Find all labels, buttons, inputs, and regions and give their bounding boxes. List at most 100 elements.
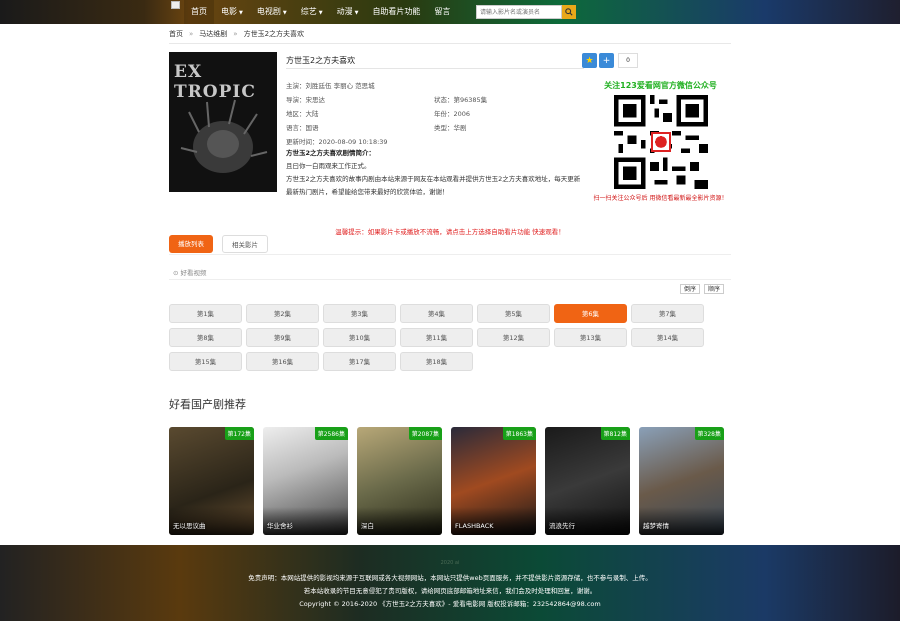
breadcrumb-current: 方世玉2之方夫喜欢 — [243, 30, 305, 38]
footer-mark: 2020 ai — [440, 560, 460, 566]
synopsis-line-2: 方世玉2之方夫喜欢的故事内剧由本站来源于网友在本站观看并提供方世玉2之方夫喜欢地… — [286, 175, 581, 196]
footer-copyright-note: 若本站收录的节目无意侵犯了贵司版权，请给网页底部邮箱地址来信，我们会及时处理和回… — [303, 587, 597, 595]
tab-bar: 播放列表 相关影片 — [169, 235, 268, 253]
sort-desc-button[interactable]: 倒序 — [680, 284, 701, 294]
footer: 2020 ai 免责声明：本网站提供的影视均来源于互联网或各大视频网站，本网站只… — [0, 545, 900, 621]
nav-item-label: 综艺 — [300, 7, 317, 16]
episode-button[interactable]: 第10集 — [323, 328, 396, 347]
episode-button[interactable]: 第4集 — [400, 304, 473, 323]
qr-title: 关注123爱看网官方微信公众号 — [604, 81, 717, 90]
episode-button[interactable]: 第1集 — [169, 304, 242, 323]
synopsis-line-1: 且曰你一白雨观来工作正式。 — [286, 162, 371, 170]
top-navbar: 首页 电影 ▼ 电视剧 ▼ 综艺 ▼ 动漫 ▼ 自助看片功能 留言 — [0, 0, 900, 24]
category: 类型：华剧 — [434, 124, 467, 132]
recommend-card[interactable]: 第328集 越梦寄情 — [639, 427, 724, 535]
nav-item-label: 自助看片功能 — [372, 7, 421, 16]
main-content: 首页» 马达维剧» 方世玉2之方夫喜欢 EX TROPIC 方世玉2之方夫喜欢 主演… — [169, 24, 731, 535]
episode-button[interactable]: 第6集 — [554, 304, 627, 323]
episode-list: 第1集 第2集 第3集 第4集 第5集 第6集 第7集 第8集 第9集 第10集 第11集 第12集第… — [169, 304, 731, 371]
episode-button[interactable]: 第9集 — [246, 328, 319, 347]
episode-count-badge: 第1863集 — [502, 427, 536, 440]
search-icon — [565, 8, 573, 16]
tab-related[interactable]: 相关影片 — [222, 235, 268, 253]
breadcrumb: 首页» 马达维剧» 方世玉2之方夫喜欢 — [169, 24, 731, 44]
footer-disclaimer: 免责声明：本网站提供的影视均来源于互联网或各大视频网站，本网站只提供web页面服… — [248, 574, 652, 582]
add-button[interactable]: + — [599, 53, 614, 68]
nav-item-label: 留言 — [434, 7, 451, 16]
play-icon: ⊙ — [173, 269, 181, 277]
year: 年份：2006 — [434, 110, 471, 118]
nav-item-6[interactable]: 留言 — [427, 0, 457, 24]
recommend-card[interactable]: 第2087集 深白 — [357, 427, 442, 535]
card-shade — [451, 507, 536, 535]
recommend-card[interactable]: 第1863集 FLASHBACK — [451, 427, 536, 535]
episode-button[interactable]: 第8集 — [169, 328, 242, 347]
divider — [169, 279, 731, 280]
episode-button[interactable]: 第18集 — [400, 352, 473, 371]
nav-item-2[interactable]: 电视剧 ▼ — [250, 0, 294, 24]
synopsis: 方世玉2之方夫喜欢剧情简介： 且曰你一白雨观来工作正式。 方世玉2之方夫喜欢的故… — [286, 147, 584, 199]
nav-item-label: 动漫 — [336, 7, 353, 16]
logo-image[interactable] — [171, 1, 180, 9]
video-title: 方世玉2之方夫喜欢 — [286, 52, 584, 69]
play-source-label: 好看视频 — [180, 269, 207, 277]
region: 地区：大陆 — [286, 110, 319, 118]
plus-icon: + — [602, 55, 611, 66]
breadcrumb-home[interactable]: 首页 — [169, 30, 183, 38]
cast: 主演：刘胜廷伍 李丽心 范思城 — [286, 82, 375, 90]
main-nav: 首页 电影 ▼ 电视剧 ▼ 综艺 ▼ 动漫 ▼ 自助看片功能 留言 — [184, 0, 457, 24]
episode-button[interactable]: 第14集 — [631, 328, 704, 347]
search-box — [476, 5, 576, 19]
play-source[interactable]: ⊙ 好看视频 — [173, 267, 207, 277]
like-count: 0 — [618, 53, 638, 68]
episode-button[interactable]: 第3集 — [323, 304, 396, 323]
action-buttons: ★ + 0 — [582, 53, 638, 68]
recommend-title: 好看国产剧推荐 — [169, 398, 246, 411]
nav-item-1[interactable]: 电影 ▼ — [214, 0, 250, 24]
nav-item-label: 电影 — [221, 7, 237, 16]
poster-image[interactable]: EX TROPIC — [169, 52, 277, 192]
synopsis-heading: 方世玉2之方夫喜欢剧情简介： — [286, 149, 376, 157]
updated-time: 更新时间：2020-08-09 10:18:39 — [286, 138, 388, 146]
breadcrumb-category[interactable]: 马达维剧 — [199, 30, 227, 38]
nav-item-5[interactable]: 自助看片功能 — [365, 0, 427, 24]
episode-count-badge: 第2586集 — [314, 427, 348, 440]
footer-copyright: Copyright © 2016-2020 《方世玉2之方夫喜欢》- 爱看电影网… — [299, 600, 601, 608]
chevron-down-icon: ▼ — [282, 10, 287, 16]
episode-button[interactable]: 第12集 — [477, 328, 550, 347]
card-title: 流浪先行 — [549, 522, 575, 530]
episode-count-badge: 第2087集 — [408, 427, 442, 440]
episode-button[interactable]: 第13集 — [554, 328, 627, 347]
card-title: 华业舍衫 — [267, 522, 293, 530]
search-button[interactable] — [562, 5, 576, 19]
episode-button[interactable]: 第17集 — [323, 352, 396, 371]
nav-item-4[interactable]: 动漫 ▼ — [330, 0, 366, 24]
star-icon: ★ — [585, 55, 594, 66]
nav-item-3[interactable]: 综艺 ▼ — [294, 0, 330, 24]
episode-button[interactable]: 第15集 — [169, 352, 242, 371]
nav-item-label: 首页 — [191, 7, 207, 16]
qr-code-image — [613, 95, 708, 189]
qr-note: 扫一扫关注公众号后 用微信看最新最全影片资源！ — [593, 195, 728, 202]
nav-item-0[interactable]: 首页 — [184, 0, 214, 24]
favorite-button[interactable]: ★ — [582, 53, 597, 68]
episode-button[interactable]: 第7集 — [631, 304, 704, 323]
episode-button[interactable]: 第16集 — [246, 352, 319, 371]
recommend-card[interactable]: 第2586集华业舍衫 — [263, 427, 348, 535]
episode-button[interactable]: 第5集 — [477, 304, 550, 323]
card-title: 无以思议曲 — [173, 522, 206, 530]
episode-count-badge: 第172集 — [224, 427, 254, 440]
card-title: FLASHBACK — [455, 522, 494, 530]
recommend-card[interactable]: 第172集无以思议曲 — [169, 427, 254, 535]
search-input[interactable] — [476, 5, 562, 19]
episode-count-badge: 第328集 — [694, 427, 724, 440]
director: 导演：宋思达 — [286, 96, 325, 104]
tab-playlist[interactable]: 播放列表 — [169, 235, 213, 253]
sort-asc-button[interactable]: 顺序 — [704, 284, 725, 294]
sort-controls: 倒序 顺序 — [680, 284, 725, 294]
episode-button[interactable]: 第2集 — [246, 304, 319, 323]
recommend-card[interactable]: 第812集 流浪先行 — [545, 427, 630, 535]
episode-button[interactable]: 第11集 — [400, 328, 473, 347]
wechat-qr-panel: 关注123爱看网官方微信公众号 扫一扫关注公众号后 用微信看最新最全影片资源！ — [590, 71, 731, 211]
video-info: 方世玉2之方夫喜欢 主演：刘胜廷伍 李丽心 范思城 导演：宋思达 状态：第963… — [286, 52, 584, 199]
